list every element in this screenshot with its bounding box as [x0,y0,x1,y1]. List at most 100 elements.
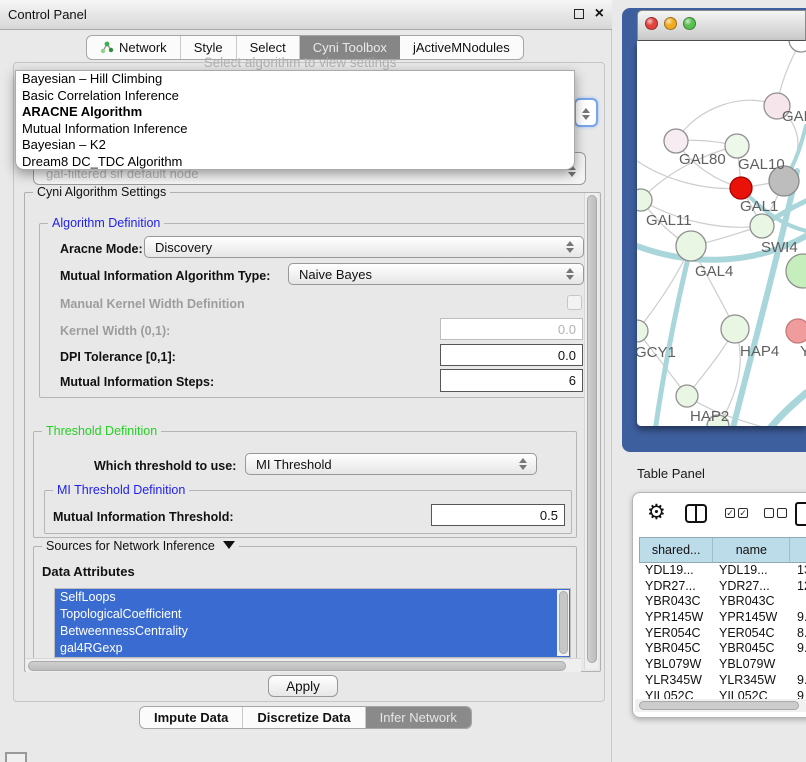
network-node[interactable] [664,129,688,153]
network-edge[interactable] [767,393,806,426]
close-icon[interactable]: × [595,4,604,24]
table-horizontal-scrollbar[interactable] [635,699,806,712]
close-traffic-light[interactable] [645,17,658,30]
network-node-label: SWI4 [761,239,798,256]
mi-steps-input[interactable]: 6 [440,369,583,392]
network-node[interactable] [637,189,652,211]
mi-threshold-input[interactable]: 0.5 [431,504,565,526]
dropdown-item[interactable]: Basic Correlation Inference [16,88,574,105]
grid-corner-icon[interactable] [5,752,27,762]
network-node[interactable] [676,385,698,407]
network-node[interactable] [730,177,752,199]
network-node[interactable] [786,254,806,288]
table-cell[interactable]: YBR045C [713,641,791,657]
table-row[interactable]: YBR045CYBR045C9. [639,641,806,657]
network-node[interactable] [786,319,806,343]
dropdown-item[interactable]: Mutual Information Inference [16,121,574,138]
attribute-item-selected[interactable]: gal4RGexp [55,640,570,657]
table-cell[interactable] [791,657,806,673]
table-cell[interactable]: YBR043C [639,594,713,610]
threshold-definition-group: Threshold Definition Which threshold to … [33,431,577,538]
scrollbar-thumb[interactable] [559,591,568,654]
column-header[interactable]: shared... [640,538,713,562]
network-node[interactable] [750,214,774,238]
network-edge[interactable] [676,100,777,141]
network-canvas[interactable]: GALGAL80GAL10GAL1GAL11SWI4GAL4GCY1HAP4YH… [637,41,806,426]
table-row[interactable]: YPR145WYPR145W9. [639,610,806,626]
table-cell[interactable]: YDL19... [713,563,791,579]
column-header[interactable]: name [713,538,790,562]
tab-impute-data[interactable]: Impute Data [140,707,243,728]
aracne-mode-select[interactable]: Discovery [144,236,584,258]
table-cell[interactable]: 9. [791,673,806,689]
table-row[interactable]: YBL079WYBL079W [639,657,806,673]
minimize-traffic-light[interactable] [664,17,677,30]
list-vertical-scrollbar[interactable] [557,590,569,656]
table-cell[interactable]: YDR27... [713,579,791,595]
table-cell[interactable]: YDR27... [639,579,713,595]
table-cell[interactable]: 8. [791,626,806,642]
network-node[interactable] [637,320,648,342]
network-node[interactable] [676,231,706,261]
select-all-columns-icon[interactable]: ✓ ✓ [725,508,748,518]
deselect-all-columns-icon[interactable] [764,508,787,518]
table-cell[interactable]: YER054C [713,626,791,642]
dropdown-item[interactable]: Dream8 DC_TDC Algorithm [16,154,574,170]
network-node[interactable] [721,315,749,343]
table-row[interactable]: YDR27...YDR27...12 [639,579,806,595]
mi-algorithm-type-select[interactable]: Naive Bayes [288,263,584,285]
settings-horizontal-scrollbar[interactable] [26,658,581,672]
gear-icon[interactable]: ⚙ [647,500,666,525]
table-cell[interactable]: YBR043C [713,594,791,610]
network-window-titlebar[interactable] [637,10,806,41]
table-row[interactable]: YLR345WYLR345W9. [639,673,806,689]
dropdown-item[interactable]: Bayesian – Hill Climbing [16,71,574,88]
float-window-icon[interactable] [574,9,584,19]
table-cell[interactable]: YER054C [639,626,713,642]
tab-discretize-data[interactable]: Discretize Data [243,707,365,728]
attribute-item-selected[interactable]: SelfLoops [55,589,570,606]
table-cell[interactable]: YBR045C [639,641,713,657]
tab-infer-network[interactable]: Infer Network [366,707,471,728]
split-columns-icon[interactable] [685,504,707,523]
which-threshold-select[interactable]: MI Threshold [245,453,537,475]
network-desktop: GALGAL80GAL10GAL1GAL11SWI4GAL4GCY1HAP4YH… [622,8,806,452]
table-cell[interactable]: 9. [791,610,806,626]
table-cell[interactable] [791,594,806,610]
table-row[interactable]: YBR043CYBR043C [639,594,806,610]
document-icon[interactable] [795,502,806,526]
dropdown-item-selected[interactable]: ARACNE Algorithm [16,104,574,121]
table-cell[interactable]: YBL079W [639,657,713,673]
network-node-label: GAL11 [646,212,692,229]
column-header[interactable]: A [790,538,806,562]
table-row[interactable]: YDL19...YDL19...13 [639,563,806,579]
dropdown-item[interactable]: Bayesian – K2 [16,137,574,154]
attribute-item-selected[interactable]: TopologicalCoefficient [55,606,570,623]
table-cell[interactable]: YPR145W [713,610,791,626]
network-node[interactable] [725,134,749,158]
algorithm-combobox-fragment[interactable] [574,98,598,127]
table-cell[interactable]: 12 [791,579,806,595]
data-attributes-list[interactable]: SelfLoops TopologicalCoefficient Between… [54,588,571,658]
kernel-width-input[interactable]: 0.0 [440,318,583,340]
network-node-label: GAL4 [695,263,733,280]
network-node[interactable] [789,41,806,52]
scrollbar-thumb[interactable] [639,701,799,710]
zoom-traffic-light[interactable] [683,17,696,30]
table-cell[interactable]: YLR345W [639,673,713,689]
dpi-tolerance-input[interactable]: 0.0 [440,344,583,366]
table-row[interactable]: YER054CYER054C8. [639,626,806,642]
scrollbar-thumb[interactable] [28,661,566,671]
settings-vertical-scrollbar[interactable] [584,193,598,669]
table-cell[interactable]: YBL079W [713,657,791,673]
attribute-item-selected[interactable]: BetweennessCentrality [55,623,570,640]
table-cell[interactable]: YLR345W [713,673,791,689]
table-cell[interactable]: 9. [791,641,806,657]
manual-kernel-checkbox[interactable] [567,295,582,310]
table-cell[interactable]: YPR145W [639,610,713,626]
tab-label: Style [194,40,223,55]
scrollbar-thumb[interactable] [587,195,597,663]
table-cell[interactable]: YDL19... [639,563,713,579]
apply-button[interactable]: Apply [268,675,338,697]
table-cell[interactable]: 13 [791,563,806,579]
